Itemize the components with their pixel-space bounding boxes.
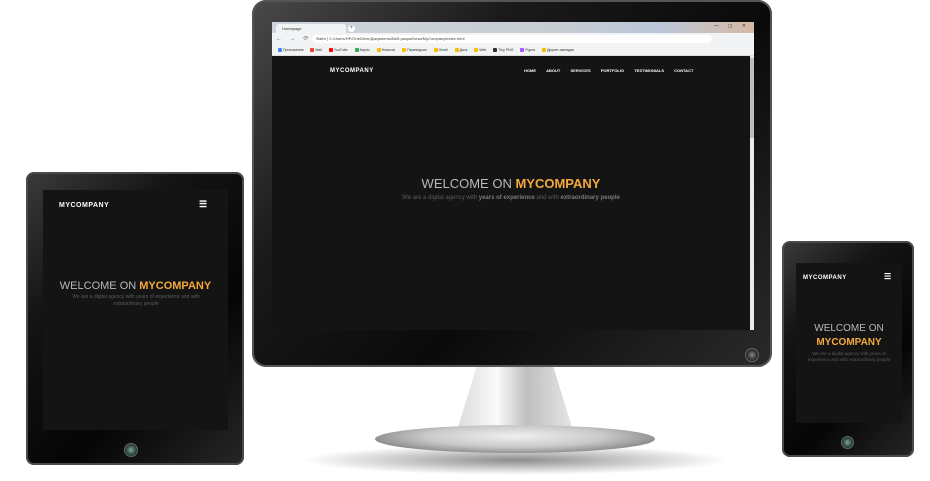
maps-icon (354, 48, 359, 53)
tablet-menu-icon[interactable]: ☰ (199, 199, 207, 210)
phone-hero-subtitle: We are a digital agency with years of ex… (807, 351, 891, 362)
phone-site-logo[interactable]: MYCOMPANY (803, 275, 847, 281)
hero-welcome-text: WELCOME ON (421, 176, 512, 191)
apps-icon (278, 48, 282, 53)
nav-services[interactable]: SERVICES (570, 68, 590, 73)
tablet-hero-subtitle: We are a digital agency with years of ex… (72, 294, 200, 307)
folder-icon (402, 48, 407, 53)
folder-icon (542, 48, 547, 53)
folder-icon (474, 48, 479, 53)
bookmark-item[interactable]: Gmail (433, 45, 448, 55)
bookmarks-bar: Приложения Mail YouTube Карты Новости Пе… (272, 45, 754, 56)
bookmark-item[interactable]: Приложения (278, 45, 303, 55)
monitor-power-button[interactable] (745, 348, 759, 362)
bookmark-item[interactable]: Переводчик (402, 45, 427, 55)
phone-hero-brand: MYCOMPANY (816, 337, 882, 348)
tablet-hero-title: WELCOME ON MYCOMPANY (59, 280, 212, 292)
tinypng-icon (493, 48, 498, 53)
bookmark-item[interactable]: Web (474, 45, 486, 55)
folder-icon (433, 48, 438, 53)
monitor-stand-base (375, 425, 655, 453)
phone-screen: MYCOMPANY ☰ WELCOME ON MYCOMPANY We are … (796, 263, 902, 423)
bookmark-item[interactable]: Новости (376, 45, 395, 55)
nav-contact[interactable]: CONTACT (674, 68, 693, 73)
nav-portfolio[interactable]: PORTFOLIO (601, 68, 624, 73)
hero-subtitle: We are a digital agency with years of ex… (402, 195, 620, 201)
scrollbar-thumb[interactable] (750, 58, 754, 138)
hero-brand-text: MYCOMPANY (515, 176, 601, 191)
browser-tab[interactable]: Homepage (276, 24, 346, 33)
hero-title: WELCOME ON MYCOMPANY (272, 176, 750, 191)
bookmark-item[interactable]: Другие закладки (542, 45, 574, 55)
browser-tab-bar: Homepage + — ◻ ✕ (272, 22, 754, 33)
monitor-screen: Homepage + — ◻ ✕ ← → ⟳ ⌂ Файл | C:/Users… (272, 22, 754, 330)
tablet-screen: MYCOMPANY ☰ WELCOME ON MYCOMPANY We are … (43, 190, 228, 430)
new-tab-button[interactable]: + (348, 25, 355, 32)
bookmark-item[interactable]: Figma (520, 45, 535, 55)
folder-icon (454, 48, 459, 53)
site-logo[interactable]: MYCOMPANY (330, 68, 374, 74)
nav-about[interactable]: ABOUT (546, 68, 560, 73)
bookmark-item[interactable]: Карты (354, 45, 370, 55)
window-controls[interactable]: — ◻ ✕ (714, 23, 750, 29)
tablet-site-logo[interactable]: MYCOMPANY (59, 202, 109, 209)
folder-icon (376, 48, 381, 53)
browser-tab-title: Homepage (282, 26, 302, 31)
phone-menu-icon[interactable]: ☰ (884, 272, 891, 281)
url-input[interactable]: Файл | C:/Users/HP/OneDrive/Документы/Ве… (312, 35, 712, 43)
tablet-home-button[interactable] (124, 443, 138, 457)
figma-icon (520, 48, 525, 53)
phone-hero-welcome: WELCOME ON (814, 323, 884, 334)
nav-testimonials[interactable]: TESTIMONIALS (634, 68, 664, 73)
mail-icon (310, 48, 315, 53)
bookmark-item[interactable]: Mail (310, 45, 322, 55)
bookmark-item[interactable]: Диск (454, 45, 467, 55)
nav-home[interactable]: HOME (524, 68, 536, 73)
youtube-icon (328, 48, 333, 53)
bookmark-item[interactable]: Tiny PNG (493, 45, 513, 55)
bookmark-item[interactable]: YouTube (328, 45, 348, 55)
browser-address-bar: ← → ⟳ ⌂ Файл | C:/Users/HP/OneDrive/Доку… (272, 33, 754, 45)
website-page: MYCOMPANY HOME ABOUT SERVICES PORTFOLIO … (272, 56, 750, 330)
site-nav: HOME ABOUT SERVICES PORTFOLIO TESTIMONIA… (515, 68, 693, 73)
phone-home-button[interactable] (841, 436, 854, 449)
